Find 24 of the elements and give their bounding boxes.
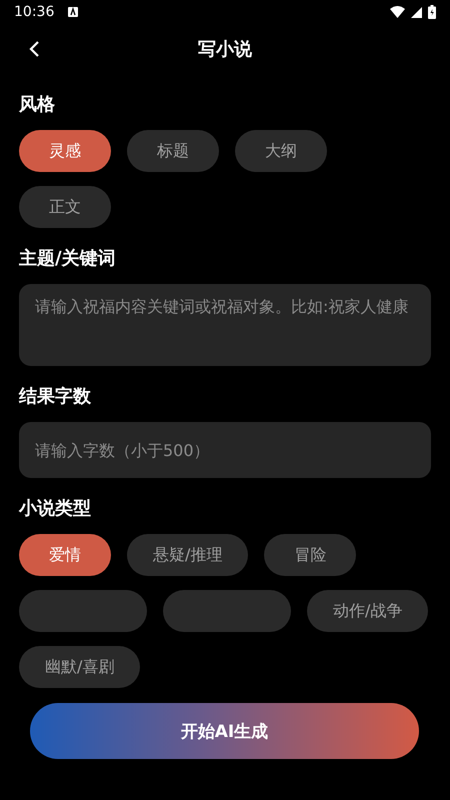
genre-chip[interactable]: 冒险 xyxy=(264,534,356,576)
section-heading: 结果字数 xyxy=(19,385,92,408)
word-count-field[interactable]: 请输入字数（小于500） xyxy=(19,422,431,478)
genre-chip[interactable] xyxy=(163,590,291,632)
section-heading: 主题/关键词 xyxy=(19,247,117,270)
section-heading: 风格 xyxy=(19,93,56,116)
notification-icon xyxy=(68,7,78,17)
page-title: 写小说 xyxy=(198,38,252,61)
genre-chip[interactable]: 爱情 xyxy=(19,534,111,576)
battery-icon xyxy=(428,5,436,19)
style-chip[interactable]: 灵感 xyxy=(19,130,111,172)
generate-button[interactable]: 开始AI生成 xyxy=(30,703,419,759)
status-time: 10:36 xyxy=(14,4,54,20)
style-chip[interactable]: 大纲 xyxy=(235,130,327,172)
style-chip[interactable]: 正文 xyxy=(19,186,111,228)
wifi-icon xyxy=(390,6,405,18)
keyword-field[interactable]: 请输入祝福内容关键词或祝福对象。比如:祝家人健康 xyxy=(19,284,431,366)
genre-chip[interactable]: 幽默/喜剧 xyxy=(19,646,140,688)
signal-icon xyxy=(411,6,422,18)
genre-chip[interactable]: 动作/战争 xyxy=(307,590,428,632)
genre-chip[interactable] xyxy=(19,590,147,632)
genre-chip[interactable]: 悬疑/推理 xyxy=(127,534,248,576)
style-chip[interactable]: 标题 xyxy=(127,130,219,172)
section-heading: 小说类型 xyxy=(19,497,92,520)
